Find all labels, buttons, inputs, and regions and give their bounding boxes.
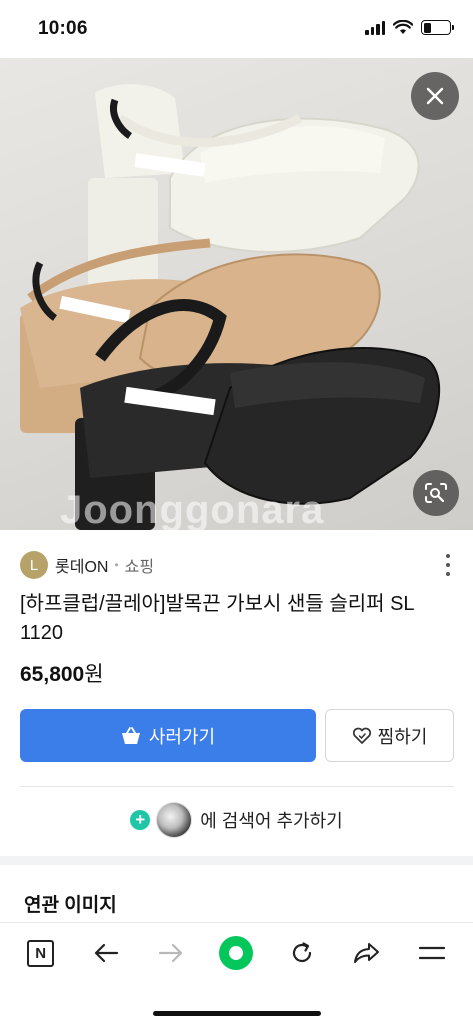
wish-button[interactable]: 찜하기 — [325, 709, 454, 762]
related-images-title: 연관 이미지 — [24, 895, 117, 916]
seller-row[interactable]: L 롯데ON • 쇼핑 — [20, 550, 453, 580]
menu-button[interactable] — [410, 931, 454, 975]
product-price: 65,800원 — [20, 658, 104, 688]
forward-arrow-icon — [159, 943, 183, 963]
naver-n-icon: N — [27, 939, 55, 967]
buy-button-label: 사러가기 — [148, 726, 216, 747]
back-button[interactable] — [84, 931, 128, 975]
add-search-text: 에 검색어 추가하기 — [200, 811, 343, 831]
price-unit: 원 — [84, 663, 104, 686]
seller-logo: L — [20, 551, 48, 579]
image-search-button[interactable] — [413, 470, 459, 516]
sandals-illustration — [20, 84, 441, 530]
battery-icon — [421, 20, 454, 35]
product-title[interactable]: [하프클럽/끌레아]발목끈 가보시 샌들 슬리퍼 SL 1120 — [20, 590, 460, 648]
product-image[interactable]: Joonggonara — [0, 58, 473, 530]
image-search-icon — [425, 483, 447, 503]
refresh-icon — [292, 942, 311, 963]
status-time: 10:06 — [38, 18, 88, 39]
watermark: Joonggonara — [60, 488, 325, 530]
close-button[interactable] — [411, 72, 459, 120]
naver-home-button[interactable]: N — [19, 931, 63, 975]
share-button[interactable] — [345, 931, 389, 975]
refresh-button[interactable] — [280, 931, 324, 975]
heart-icon — [352, 727, 371, 744]
add-search-term-row[interactable]: + 에 검색어 추가하기 — [0, 800, 473, 840]
divider — [20, 786, 454, 787]
price-value: 65,800 — [20, 663, 85, 686]
plus-icon: + — [130, 810, 151, 830]
green-dot-button[interactable] — [214, 931, 258, 975]
status-bar: 10:06 — [0, 0, 473, 58]
more-options-icon[interactable] — [443, 554, 453, 576]
seller-category: 쇼핑 — [124, 559, 155, 576]
seller-name[interactable]: 롯데ON — [55, 553, 108, 577]
status-icons — [365, 20, 454, 35]
forward-button[interactable] — [149, 931, 193, 975]
section-separator — [0, 856, 473, 865]
green-dot-icon — [219, 936, 254, 970]
menu-icon — [419, 946, 446, 960]
close-icon — [426, 87, 444, 105]
bottom-nav-bar: N — [0, 922, 473, 1024]
wifi-icon — [393, 20, 413, 34]
share-icon — [354, 943, 380, 963]
shopping-bag-icon — [121, 726, 140, 744]
signal-icon — [365, 20, 385, 35]
thumbnail-image — [156, 802, 193, 838]
seller-separator: • — [114, 558, 119, 572]
home-indicator[interactable] — [153, 1011, 321, 1016]
buy-button[interactable]: 사러가기 — [20, 709, 316, 762]
back-arrow-icon — [94, 943, 119, 963]
wish-button-label: 찜하기 — [377, 726, 428, 747]
